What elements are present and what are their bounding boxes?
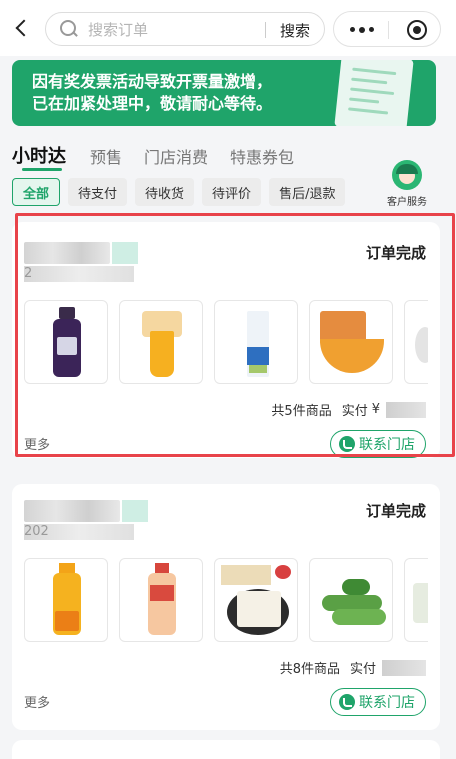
- order-card-partial[interactable]: [12, 740, 440, 759]
- contact-store-button[interactable]: 联系门店: [330, 430, 426, 458]
- order-status: 订单完成: [365, 244, 426, 262]
- paid-currency: ¥: [371, 402, 380, 417]
- order-date-prefix: 202: [24, 524, 49, 539]
- customer-service-button[interactable]: 客户服务: [384, 160, 430, 208]
- paid-amount-redacted: [382, 659, 426, 676]
- customer-service-label: 客户服务: [387, 197, 427, 208]
- paid-label: 实付: [341, 404, 368, 419]
- capsule-divider: [388, 21, 389, 39]
- store-name-redacted: [24, 500, 120, 522]
- order-summary: 共8件商品 实付: [280, 658, 426, 677]
- receipt-icon: [334, 60, 414, 126]
- search-button[interactable]: 搜索: [280, 20, 310, 41]
- search-placeholder: 搜索订单: [88, 20, 149, 39]
- more-dots-icon[interactable]: [350, 26, 374, 33]
- product-thumb-juice-bottle: [24, 558, 108, 642]
- order-card[interactable]: 2 订单完成 共5件商品 实付 ¥ 更多 联系门店: [12, 222, 440, 458]
- contact-store-button[interactable]: 联系门店: [330, 688, 426, 716]
- search-divider: [265, 22, 266, 38]
- order-date-prefix: 2: [24, 266, 33, 281]
- product-thumb-drink-bottle: [119, 558, 203, 642]
- product-thumb-tofu: [214, 558, 298, 642]
- product-thumb-orange-juice: [119, 300, 203, 384]
- phone-icon: [339, 436, 355, 452]
- tab-store[interactable]: 门店消费: [144, 144, 208, 168]
- status-filters: 全部 待支付 待收货 待评价 售后/退款: [12, 178, 346, 206]
- product-thumb-milk: [214, 300, 298, 384]
- store-tag-redacted: [122, 500, 148, 522]
- tab-coupon[interactable]: 特惠券包: [230, 144, 294, 168]
- order-type-tabs: 小时达 预售 门店消费 特惠券包: [12, 142, 316, 168]
- product-thumbnails[interactable]: [24, 300, 428, 386]
- banner-line-1: 因有奖发票活动导致开票量激增，: [32, 72, 273, 91]
- filter-all[interactable]: 全部: [12, 178, 61, 206]
- phone-icon: [339, 694, 355, 710]
- order-status: 订单完成: [365, 502, 426, 520]
- search-input[interactable]: 搜索订单 搜索: [45, 12, 325, 46]
- product-thumb-blueberry-juice: [24, 300, 108, 384]
- order-summary: 共5件商品 实付 ¥: [271, 400, 426, 419]
- back-icon[interactable]: [10, 12, 34, 44]
- filter-to-receive[interactable]: 待收货: [135, 178, 195, 206]
- paid-label: 实付: [349, 662, 376, 677]
- product-thumbnails[interactable]: [24, 558, 428, 644]
- paid-amount-redacted: [386, 401, 426, 418]
- tab-hourly[interactable]: 小时达: [12, 142, 66, 168]
- store-name-redacted: [24, 242, 110, 264]
- product-thumb-green-beans: [309, 558, 393, 642]
- active-tab-indicator: [22, 168, 62, 171]
- filter-unpaid[interactable]: 待支付: [68, 178, 128, 206]
- top-bar: 搜索订单 搜索: [0, 0, 456, 56]
- miniprogram-capsule: [333, 11, 441, 47]
- item-count: 共8件商品: [279, 662, 340, 677]
- more-button[interactable]: 更多: [24, 692, 50, 711]
- product-thumb-partial: [404, 558, 428, 642]
- item-count: 共5件商品: [271, 404, 332, 419]
- store-tag-redacted: [112, 242, 138, 264]
- search-icon: [60, 20, 78, 38]
- banner-line-2: 已在加紧处理中，敬请耐心等待。: [32, 94, 273, 113]
- banner-text: 因有奖发票活动导致开票量激增， 已在加紧处理中，敬请耐心等待。: [32, 71, 272, 115]
- more-button[interactable]: 更多: [24, 434, 50, 453]
- product-thumb-oranges: [309, 300, 393, 384]
- close-target-icon[interactable]: [407, 20, 427, 40]
- invoice-notice-banner[interactable]: 因有奖发票活动导致开票量激增， 已在加紧处理中，敬请耐心等待。: [12, 60, 436, 126]
- filter-refund[interactable]: 售后/退款: [269, 178, 346, 206]
- customer-service-icon: [392, 160, 422, 190]
- contact-store-label: 联系门店: [359, 695, 415, 711]
- order-date-redacted: [24, 266, 134, 282]
- order-card[interactable]: 202 订单完成 共8件商品 实付 更多 联系门店: [12, 484, 440, 730]
- tab-presale[interactable]: 预售: [90, 144, 122, 168]
- filter-to-review[interactable]: 待评价: [202, 178, 262, 206]
- product-thumb-partial: [404, 300, 428, 384]
- contact-store-label: 联系门店: [359, 437, 415, 453]
